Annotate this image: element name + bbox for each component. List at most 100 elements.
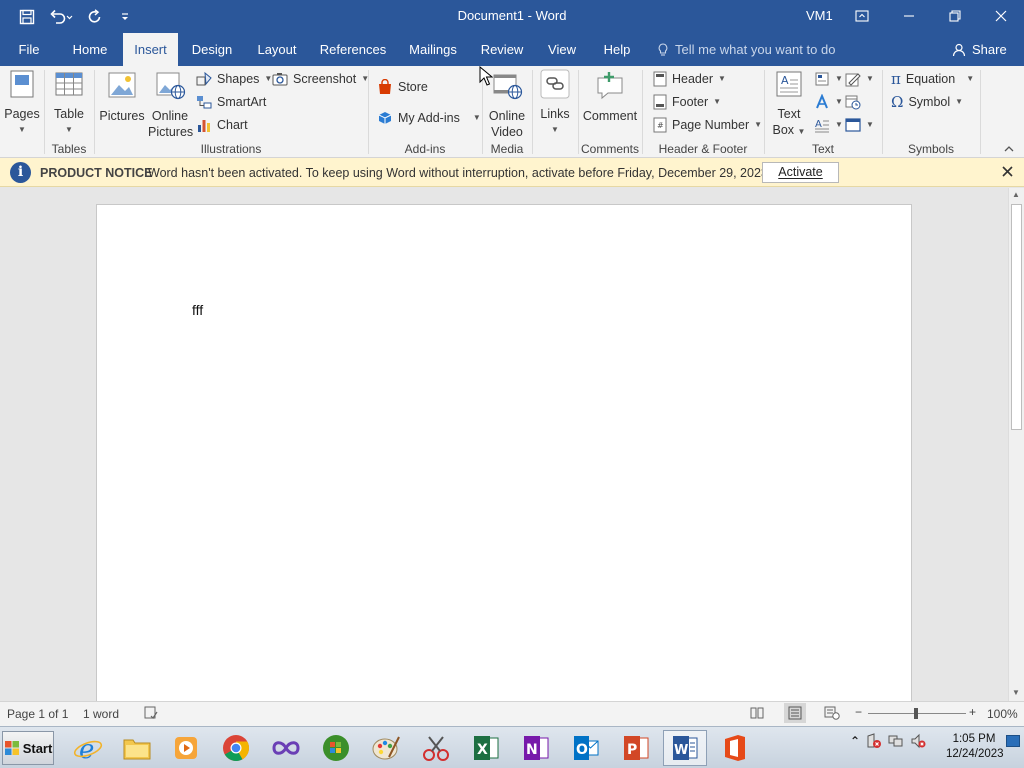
- close-window-button[interactable]: [986, 4, 1016, 28]
- online-pictures-label-1: Online: [151, 109, 189, 123]
- taskbar-excel[interactable]: X: [464, 730, 508, 766]
- system-clock[interactable]: 1:05 PM 12/24/2023: [946, 732, 1004, 762]
- online-pictures-button[interactable]: Online Pictures: [148, 69, 193, 140]
- share-button[interactable]: Share: [952, 42, 1007, 57]
- addins-icon: [378, 112, 392, 124]
- tab-review[interactable]: Review: [477, 33, 527, 66]
- group-label-symbols: Symbols: [907, 142, 954, 156]
- my-addins-button[interactable]: My Add-ins ▼: [377, 110, 481, 126]
- web-layout-icon[interactable]: [824, 706, 840, 723]
- zoom-slider-thumb[interactable]: [914, 708, 918, 719]
- screenshot-button[interactable]: Screenshot ▼: [272, 71, 369, 87]
- title-bar: Document1 - Word VM1: [0, 0, 1024, 33]
- tab-references[interactable]: References: [317, 33, 389, 66]
- activate-button[interactable]: Activate: [762, 162, 839, 183]
- text-box-label-1: Text: [777, 107, 801, 121]
- scroll-down-icon[interactable]: ▼: [1012, 688, 1020, 697]
- taskbar-office[interactable]: [713, 730, 757, 766]
- signature-line-button[interactable]: ▼: [845, 71, 874, 87]
- folder-icon: [123, 739, 151, 760]
- text-box-button[interactable]: A Text Box ▼: [770, 69, 808, 140]
- my-addins-label: My Add-ins: [398, 111, 460, 125]
- vertical-scrollbar[interactable]: ▲ ▼: [1008, 188, 1024, 701]
- wordart-button[interactable]: ▼: [814, 94, 843, 110]
- tab-help[interactable]: Help: [597, 33, 637, 66]
- tab-file[interactable]: File: [8, 33, 50, 66]
- taskbar-visual-studio[interactable]: [264, 730, 308, 766]
- table-button[interactable]: Table ▼: [48, 69, 90, 138]
- ribbon-display-icon: [855, 10, 869, 22]
- print-layout-icon[interactable]: [784, 703, 806, 723]
- comment-button[interactable]: Comment: [582, 69, 638, 124]
- taskbar-paint[interactable]: [364, 730, 408, 766]
- taskbar-chrome[interactable]: [214, 730, 258, 766]
- start-button[interactable]: Start: [2, 731, 54, 765]
- zoom-out-button[interactable]: −: [855, 705, 862, 719]
- group-label-addins: Add-ins: [404, 142, 446, 156]
- footer-button[interactable]: Footer ▼: [653, 94, 721, 110]
- pages-button[interactable]: Pages ▼: [4, 69, 40, 138]
- clock-date: 12/24/2023: [946, 748, 1004, 760]
- group-label-comments: Comments: [580, 142, 639, 156]
- group-label-illustrations: Illustrations: [200, 142, 262, 156]
- word-count[interactable]: 1 word: [83, 707, 119, 721]
- symbol-button[interactable]: Ω Symbol ▼: [891, 94, 963, 110]
- read-mode-icon[interactable]: [750, 706, 764, 723]
- taskbar-media-player[interactable]: [164, 730, 208, 766]
- taskbar-word[interactable]: W: [663, 730, 707, 766]
- ribbon-display-options-button[interactable]: [847, 4, 877, 28]
- tab-insert[interactable]: Insert: [123, 33, 178, 66]
- scrollbar-thumb[interactable]: [1011, 204, 1022, 430]
- action-center-icon[interactable]: [866, 733, 882, 749]
- pictures-button[interactable]: Pictures: [99, 69, 145, 124]
- taskbar-outlook[interactable]: O: [564, 730, 608, 766]
- shapes-button[interactable]: Shapes ▼: [196, 71, 272, 87]
- store-button[interactable]: Store: [377, 79, 428, 95]
- tab-design[interactable]: Design: [186, 33, 238, 66]
- start-label: Start: [22, 740, 53, 756]
- taskbar-file-explorer[interactable]: [115, 730, 159, 766]
- equation-button[interactable]: π Equation ▼: [891, 71, 974, 87]
- volume-muted-icon[interactable]: [910, 733, 926, 749]
- network-icon[interactable]: [888, 733, 904, 749]
- collapse-ribbon-button[interactable]: [1002, 142, 1016, 158]
- chevron-down-icon: ▼: [713, 97, 722, 106]
- text-box-label-2-text: Box: [772, 123, 795, 137]
- drop-cap-button[interactable]: A ▼: [814, 117, 843, 133]
- zoom-in-button[interactable]: +: [969, 705, 976, 719]
- scroll-up-icon[interactable]: ▲: [1012, 190, 1020, 199]
- document-text[interactable]: fff: [192, 302, 203, 318]
- show-desktop-button[interactable]: [1006, 735, 1020, 747]
- document-page[interactable]: fff: [96, 204, 912, 701]
- zoom-level[interactable]: 100%: [987, 707, 1018, 721]
- page-count[interactable]: Page 1 of 1: [7, 707, 68, 721]
- chevron-down-icon: ▼: [835, 120, 843, 129]
- page-number-button[interactable]: # Page Number ▼: [653, 117, 762, 133]
- object-button[interactable]: ▼: [845, 117, 874, 133]
- minimize-button[interactable]: [894, 4, 924, 28]
- restore-button[interactable]: [940, 4, 970, 28]
- show-hidden-icons-button[interactable]: ⌃: [850, 734, 860, 748]
- quick-parts-button[interactable]: ▼: [814, 71, 843, 87]
- user-account[interactable]: VM1: [806, 8, 833, 23]
- chart-button[interactable]: Chart: [196, 117, 248, 133]
- proofing-icon[interactable]: [144, 706, 158, 723]
- links-button[interactable]: Links ▼: [537, 69, 573, 138]
- tab-layout[interactable]: Layout: [250, 33, 304, 66]
- taskbar-snipping-tool[interactable]: [414, 730, 458, 766]
- date-time-button[interactable]: [845, 94, 861, 110]
- footer-label: Footer: [672, 95, 709, 109]
- taskbar-internet-explorer[interactable]: e: [66, 730, 110, 766]
- smartart-button[interactable]: SmartArt: [196, 94, 266, 110]
- header-button[interactable]: Header ▼: [653, 71, 726, 87]
- share-label: Share: [972, 42, 1007, 57]
- tab-home[interactable]: Home: [64, 33, 116, 66]
- close-notice-button[interactable]: [1002, 164, 1013, 180]
- tell-me-search[interactable]: Tell me what you want to do: [657, 42, 835, 57]
- palette-icon: [372, 736, 400, 760]
- taskbar-onenote[interactable]: N: [514, 730, 558, 766]
- taskbar-powerpoint[interactable]: P: [614, 730, 658, 766]
- taskbar-windows-media-center[interactable]: [314, 730, 358, 766]
- tab-view[interactable]: View: [541, 33, 583, 66]
- tab-mailings[interactable]: Mailings: [402, 33, 464, 66]
